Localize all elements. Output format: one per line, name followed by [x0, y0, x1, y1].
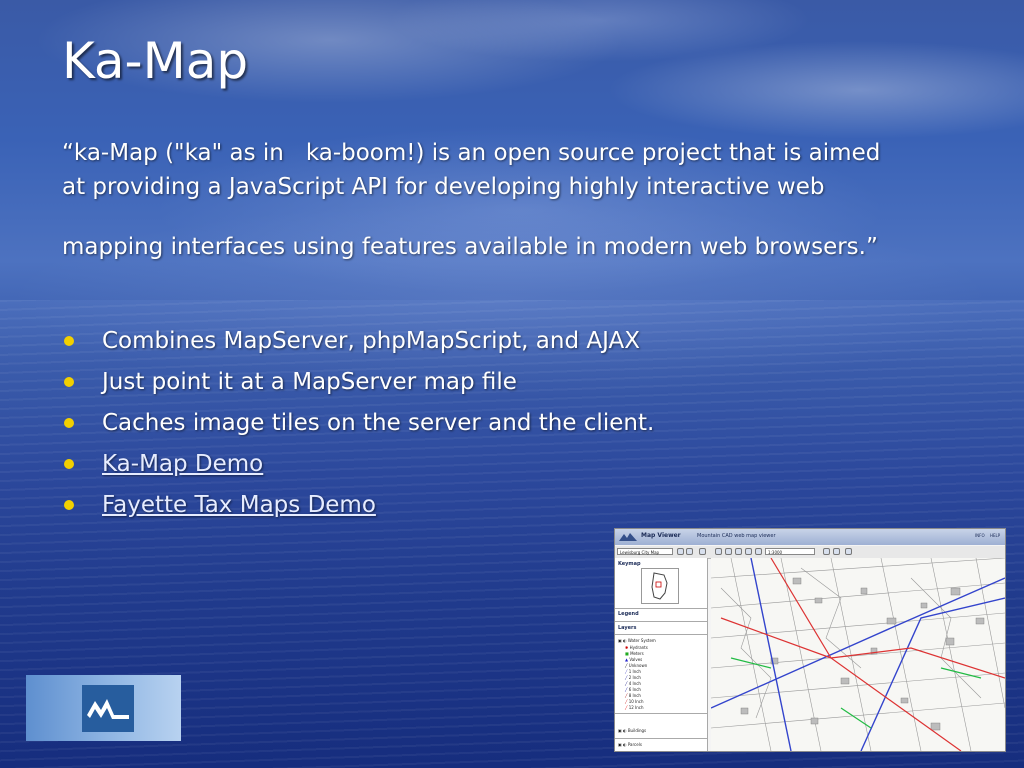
map-select[interactable]: Lewisburg City Map — [617, 548, 673, 555]
layer-item[interactable]: ╱ 8 Inch — [625, 693, 641, 698]
layer-item[interactable]: ■ Meters — [625, 651, 644, 656]
scale-input[interactable]: 1:3000 — [765, 548, 815, 555]
bullet-item: Combines MapServer, phpMapScript, and AJ… — [62, 320, 654, 361]
layer-item[interactable]: ╱ 10 Inch — [625, 699, 644, 704]
layer-item[interactable]: ╱ 4 Inch — [625, 681, 641, 686]
help-link[interactable]: HELP — [990, 533, 1000, 538]
ka-map-quote: “ka-Map ("ka" as in ka-boom!) is an open… — [62, 136, 982, 264]
app-header: Map Viewer Mountain CAD web map viewer I… — [615, 529, 1005, 545]
layer-item[interactable]: ▣ ◐ Water System — [618, 638, 656, 643]
bullet-dot-icon — [64, 335, 74, 346]
layer-item[interactable]: ▣ ◐ Buildings — [618, 728, 646, 733]
quote-line: at providing a JavaScript API for develo… — [62, 174, 825, 200]
layer-item[interactable]: ╱ 12 Inch — [625, 705, 644, 710]
divider — [615, 608, 707, 609]
company-logo — [26, 675, 181, 741]
zoom-out-button[interactable] — [725, 548, 732, 555]
bullet-item: Fayette Tax Maps Demo — [62, 484, 654, 525]
bullet-text: Combines MapServer, phpMapScript, and AJ… — [102, 327, 640, 354]
info-link[interactable]: INFO — [975, 533, 985, 538]
app-title: Map Viewer — [641, 532, 681, 539]
keymap[interactable] — [641, 568, 679, 604]
zoom-out-icon-button[interactable] — [745, 548, 752, 555]
mountain-logo-icon — [87, 699, 129, 719]
map-viewer-screenshot: Map Viewer Mountain CAD web map viewer I… — [614, 528, 1006, 752]
app-logo-icon — [619, 533, 637, 541]
fayette-tax-maps-demo-link[interactable]: Fayette Tax Maps Demo — [102, 492, 376, 518]
layer-item[interactable]: ╱ 6 Inch — [625, 687, 641, 692]
toolbar-button[interactable] — [677, 548, 684, 555]
layer-item[interactable]: ▣ ◐ Parcels — [618, 742, 642, 747]
query-button[interactable] — [755, 548, 762, 555]
bullet-dot-icon — [64, 376, 74, 387]
layer-item[interactable]: ╱ 2 Inch — [625, 675, 641, 680]
zoom-in-button[interactable] — [715, 548, 722, 555]
refresh-button[interactable] — [845, 548, 852, 555]
side-panel: Keymap Legend Layers ▣ ◐ Water System ✱ … — [615, 558, 708, 751]
slide-title: Ka-Map — [62, 32, 249, 90]
layer-item[interactable]: ╱ 1 Inch — [625, 669, 641, 674]
legend-label: Legend — [618, 611, 639, 617]
bullet-text: Just point it at a MapServer map file — [102, 368, 517, 395]
layer-item[interactable]: ▲ Valves — [625, 657, 642, 662]
divider — [615, 634, 707, 635]
bullet-dot-icon — [64, 417, 74, 428]
measure-button[interactable] — [823, 548, 830, 555]
water-system-map-icon — [710, 557, 1005, 751]
map-canvas[interactable]: feet 0 100 200 — [710, 557, 1005, 751]
keymap-label: Keymap — [618, 561, 641, 567]
bullet-text: Caches image tiles on the server and the… — [102, 409, 655, 436]
bullet-item: Ka-Map Demo — [62, 443, 654, 484]
bullet-dot-icon — [64, 458, 74, 469]
quote-line: mapping interfaces using features availa… — [62, 234, 878, 260]
layers-label: Layers — [618, 625, 637, 631]
ka-map-demo-link[interactable]: Ka-Map Demo — [102, 451, 263, 477]
divider — [615, 738, 707, 739]
divider — [615, 621, 707, 622]
logo-mark — [82, 685, 134, 732]
pan-button[interactable] — [699, 548, 706, 555]
layer-item[interactable]: ✱ Hydrants — [625, 645, 648, 650]
bullet-item: Just point it at a MapServer map file — [62, 361, 654, 402]
identify-button[interactable] — [833, 548, 840, 555]
keymap-outline-icon — [651, 572, 668, 600]
toolbar-button[interactable] — [686, 548, 693, 555]
divider — [615, 713, 707, 714]
zoom-in-icon-button[interactable] — [735, 548, 742, 555]
bullet-dot-icon — [64, 499, 74, 510]
quote-line: “ka-Map ("ka" as in ka-boom!) is an open… — [62, 140, 881, 166]
app-subtitle: Mountain CAD web map viewer — [697, 533, 776, 539]
bullet-list: Combines MapServer, phpMapScript, and AJ… — [62, 320, 654, 525]
bullet-item: Caches image tiles on the server and the… — [62, 402, 654, 443]
layer-item[interactable]: ╱ Unknown — [625, 663, 647, 668]
